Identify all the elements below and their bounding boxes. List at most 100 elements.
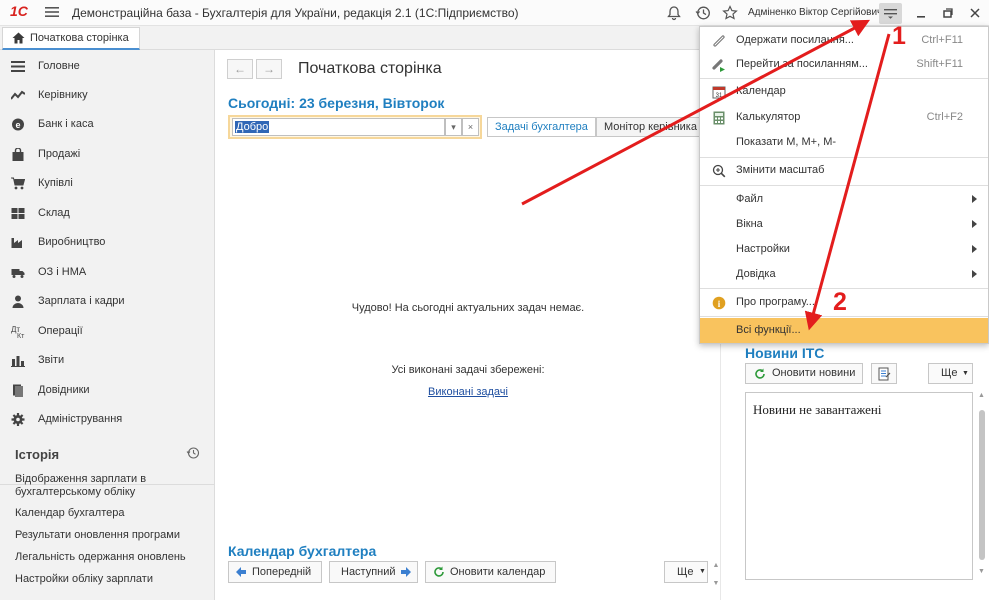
submenu-arrow-icon <box>972 220 977 228</box>
scrollbar-thumb[interactable] <box>979 410 985 560</box>
menu-item-help[interactable]: Довідка <box>700 262 988 287</box>
news-empty-text: Новини не завантажені <box>753 402 882 417</box>
truck-icon <box>11 269 25 278</box>
sidebar-item-main[interactable]: Головне <box>0 52 215 81</box>
trend-icon <box>11 90 25 100</box>
menu-item-get-link[interactable]: Одержати посилання... Ctrl+F11 <box>700 28 988 53</box>
sidebar-item-catalogs[interactable]: Довідники <box>0 376 215 405</box>
sidebar-item-production[interactable]: Виробництво <box>0 228 215 257</box>
tab-manager-monitor[interactable]: Монітор керівника <box>596 117 700 137</box>
sidebar-item-salary[interactable]: Зарплата і кадри <box>0 287 215 316</box>
calculator-icon <box>713 111 725 125</box>
menu-item-calculator[interactable]: Калькулятор Ctrl+F2 <box>700 105 988 130</box>
sidebar-item-operations[interactable]: Дт Кт Операції <box>0 317 215 346</box>
history-item[interactable]: Результати оновлення програми <box>15 529 205 542</box>
sidebar-item-warehouse[interactable]: Склад <box>0 199 215 228</box>
arrow-left-icon <box>236 567 246 577</box>
menu-item-zoom[interactable]: Змінити масштаб <box>700 158 988 183</box>
next-button[interactable]: Наступний <box>329 561 418 583</box>
main-menu-icon <box>884 9 897 19</box>
menu-item-settings[interactable]: Настройки <box>700 237 988 262</box>
sidebar-item-manager[interactable]: Керівнику <box>0 81 215 110</box>
forward-button[interactable]: → <box>256 59 282 79</box>
tab-accountant-tasks[interactable]: Задачі бухгалтера <box>487 117 596 137</box>
menu-item-label: Вікна <box>736 218 763 230</box>
menu-item-label: Калькулятор <box>736 111 801 123</box>
task-filter-input[interactable]: Добро <box>232 118 445 136</box>
sidebar-item-sales[interactable]: Продажі <box>0 140 215 169</box>
refresh-icon <box>755 368 765 379</box>
close-icon[interactable] <box>966 4 984 22</box>
previous-label: Попередній <box>252 566 312 578</box>
annotation-step-2: 2 <box>833 288 847 316</box>
list-icon <box>11 61 25 72</box>
calendar-more-button[interactable]: Ще ▼ <box>664 561 708 583</box>
menu-item-label: Про програму... <box>736 296 815 308</box>
zoom-icon <box>712 164 726 178</box>
menu-item-all-functions[interactable]: Всі функції... <box>700 318 988 343</box>
completed-tasks-link[interactable]: Виконані задачі <box>216 386 720 398</box>
menu-item-show-memory[interactable]: Показати М, М+, М- <box>700 130 988 155</box>
follow-link-icon <box>712 59 725 72</box>
news-document-button[interactable] <box>871 363 897 384</box>
menu-item-shortcut: Shift+F11 <box>916 58 963 70</box>
info-icon: i <box>712 296 726 310</box>
restore-icon[interactable] <box>939 4 957 22</box>
previous-button[interactable]: Попередній <box>228 561 322 583</box>
back-button[interactable]: ← <box>227 59 253 79</box>
news-more-label: Ще <box>941 367 958 379</box>
sidebar-item-label: Купівлі <box>38 177 73 189</box>
tab-home[interactable]: Початкова сторінка <box>2 27 140 50</box>
sidebar-item-reports[interactable]: Звіти <box>0 346 215 375</box>
refresh-calendar-button[interactable]: Оновити календар <box>425 561 556 583</box>
tab-home-label: Початкова сторінка <box>30 32 129 44</box>
title-bar: 1С Демонстраційна база - Бухгалтерія для… <box>0 0 989 26</box>
shopping-bag-icon <box>12 148 24 161</box>
history-clock-icon[interactable] <box>186 446 200 460</box>
calendar-more-label: Ще <box>677 566 694 578</box>
star-icon[interactable] <box>721 4 739 22</box>
main-scrollbar[interactable]: ▲ ▼ <box>712 561 720 589</box>
menu-item-calendar[interactable]: 31 Календар <box>700 79 988 104</box>
refresh-news-button[interactable]: Оновити новини <box>745 363 863 384</box>
sidebar-item-fixed-assets[interactable]: ОЗ і НМА <box>0 258 215 287</box>
menu-item-label: Показати М, М+, М- <box>736 136 837 148</box>
bar-chart-icon <box>11 356 25 367</box>
minimize-icon[interactable] <box>912 4 930 22</box>
factory-icon <box>11 238 22 248</box>
menu-item-follow-link[interactable]: Перейти за посиланням... Shift+F11 <box>700 52 988 77</box>
hamburger-menu-icon[interactable] <box>45 6 59 18</box>
document-icon <box>878 367 891 381</box>
menu-item-shortcut: Ctrl+F11 <box>921 34 963 46</box>
operations-icon: ДтКт <box>11 325 25 338</box>
menu-item-label: Перейти за посиланням... <box>736 58 868 70</box>
sidebar-item-administration[interactable]: Адміністрування <box>0 405 215 434</box>
scroll-up-icon[interactable]: ▲ <box>978 392 985 399</box>
menu-item-label: Довідка <box>736 268 776 280</box>
current-user[interactable]: Адміненко Віктор Сергійович <box>748 7 882 18</box>
sidebar-item-bank[interactable]: e Банк і каса <box>0 110 215 139</box>
sidebar-item-purchases[interactable]: Купівлі <box>0 169 215 198</box>
news-more-button[interactable]: Ще ▼ <box>928 363 973 384</box>
history-clock-icon[interactable] <box>694 4 712 22</box>
scroll-down-icon[interactable]: ▼ <box>978 568 985 575</box>
menu-item-windows[interactable]: Вікна <box>700 212 988 237</box>
chevron-down-icon: ▼ <box>962 370 969 377</box>
history-item[interactable]: Настройки обліку зарплати <box>15 573 205 586</box>
main-menu-button[interactable] <box>879 3 902 24</box>
sidebar-item-label: Адміністрування <box>38 413 123 425</box>
link-icon <box>713 35 725 47</box>
filter-clear-button[interactable]: × <box>462 118 479 136</box>
app-logo: 1С <box>10 3 28 19</box>
history-item[interactable]: Календар бухгалтера <box>15 507 205 520</box>
menu-item-file[interactable]: Файл <box>700 187 988 212</box>
news-scrollbar[interactable]: ▲ ▼ <box>977 392 987 580</box>
menu-item-shortcut: Ctrl+F2 <box>926 111 963 123</box>
filter-dropdown-button[interactable]: ▾ <box>445 118 462 136</box>
svg-text:31: 31 <box>716 93 723 99</box>
history-item[interactable]: Відображення зарплати в бухгалтерському … <box>15 473 205 499</box>
bell-icon[interactable] <box>665 4 683 22</box>
page-title: Початкова сторінка <box>298 60 442 77</box>
refresh-news-label: Оновити новини <box>772 367 856 379</box>
history-item[interactable]: Легальність одержання оновлень <box>15 551 205 564</box>
